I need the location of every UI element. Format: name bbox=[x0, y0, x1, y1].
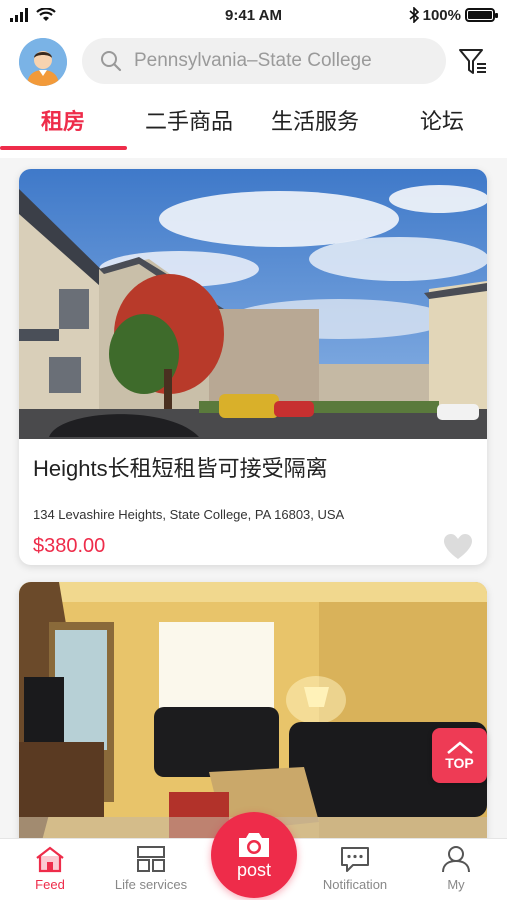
user-profile-icon bbox=[442, 846, 470, 873]
nav-life-services-label: Life services bbox=[114, 877, 188, 892]
tab-life-services[interactable]: 生活服务 bbox=[271, 104, 359, 136]
battery-icon bbox=[465, 8, 498, 22]
tab-secondhand[interactable]: 二手商品 bbox=[145, 104, 233, 136]
nav-notification-label: Notification bbox=[322, 877, 388, 892]
status-bar: 9:41 AM 100% bbox=[0, 0, 507, 30]
nav-feed[interactable]: Feed bbox=[0, 845, 100, 892]
chat-bubble-icon bbox=[341, 847, 369, 872]
search-icon bbox=[101, 51, 122, 72]
listing-card[interactable]: Heights长租短租皆可接受隔离 134 Levashire Heights,… bbox=[19, 169, 487, 565]
listing-address: 134 Levashire Heights, State College, PA… bbox=[33, 507, 345, 522]
status-right: 100% bbox=[409, 6, 498, 24]
search-input[interactable] bbox=[134, 50, 414, 72]
nav-my[interactable]: My bbox=[406, 845, 506, 892]
search-bar[interactable] bbox=[82, 38, 446, 84]
listing-photo[interactable] bbox=[19, 169, 487, 439]
cellular-signal-icon bbox=[10, 8, 28, 22]
status-left bbox=[10, 8, 56, 22]
listing-card[interactable] bbox=[19, 582, 487, 838]
post-button-label: post bbox=[236, 859, 272, 880]
user-avatar[interactable] bbox=[19, 38, 67, 86]
post-button[interactable]: post bbox=[211, 812, 297, 898]
wifi-icon bbox=[36, 8, 56, 21]
chevron-up-icon bbox=[446, 740, 473, 754]
nav-notification[interactable]: Notification bbox=[305, 845, 405, 892]
avatar-illustration bbox=[19, 38, 67, 86]
listing-photo[interactable] bbox=[19, 582, 487, 838]
category-tabs: 租房 二手商品 生活服务 论坛 bbox=[0, 96, 507, 152]
battery-percentage: 100% bbox=[422, 6, 461, 24]
home-icon bbox=[36, 846, 64, 873]
header bbox=[0, 36, 507, 88]
tab-rentals[interactable]: 租房 bbox=[41, 104, 85, 136]
filter-icon bbox=[459, 49, 486, 74]
listing-feed[interactable]: Heights长租短租皆可接受隔离 134 Levashire Heights,… bbox=[0, 158, 507, 838]
favorite-heart-icon[interactable] bbox=[443, 533, 473, 561]
battery-fill bbox=[468, 11, 492, 19]
listing-price: $380.00 bbox=[33, 535, 106, 557]
tab-forum[interactable]: 论坛 bbox=[420, 104, 464, 136]
bluetooth-icon bbox=[409, 7, 419, 23]
listing-title[interactable]: Heights长租短租皆可接受隔离 bbox=[33, 451, 328, 483]
scroll-to-top-button[interactable]: TOP bbox=[432, 728, 487, 783]
status-time: 9:41 AM bbox=[225, 6, 282, 24]
nav-my-label: My bbox=[447, 877, 465, 892]
camera-icon bbox=[239, 832, 269, 857]
nav-life-services[interactable]: Life services bbox=[101, 845, 201, 892]
top-button-label: TOP bbox=[445, 754, 474, 771]
grid-list-icon bbox=[137, 846, 165, 872]
active-tab-indicator bbox=[0, 146, 127, 150]
nav-feed-label: Feed bbox=[35, 877, 65, 892]
filter-button[interactable] bbox=[456, 46, 490, 78]
